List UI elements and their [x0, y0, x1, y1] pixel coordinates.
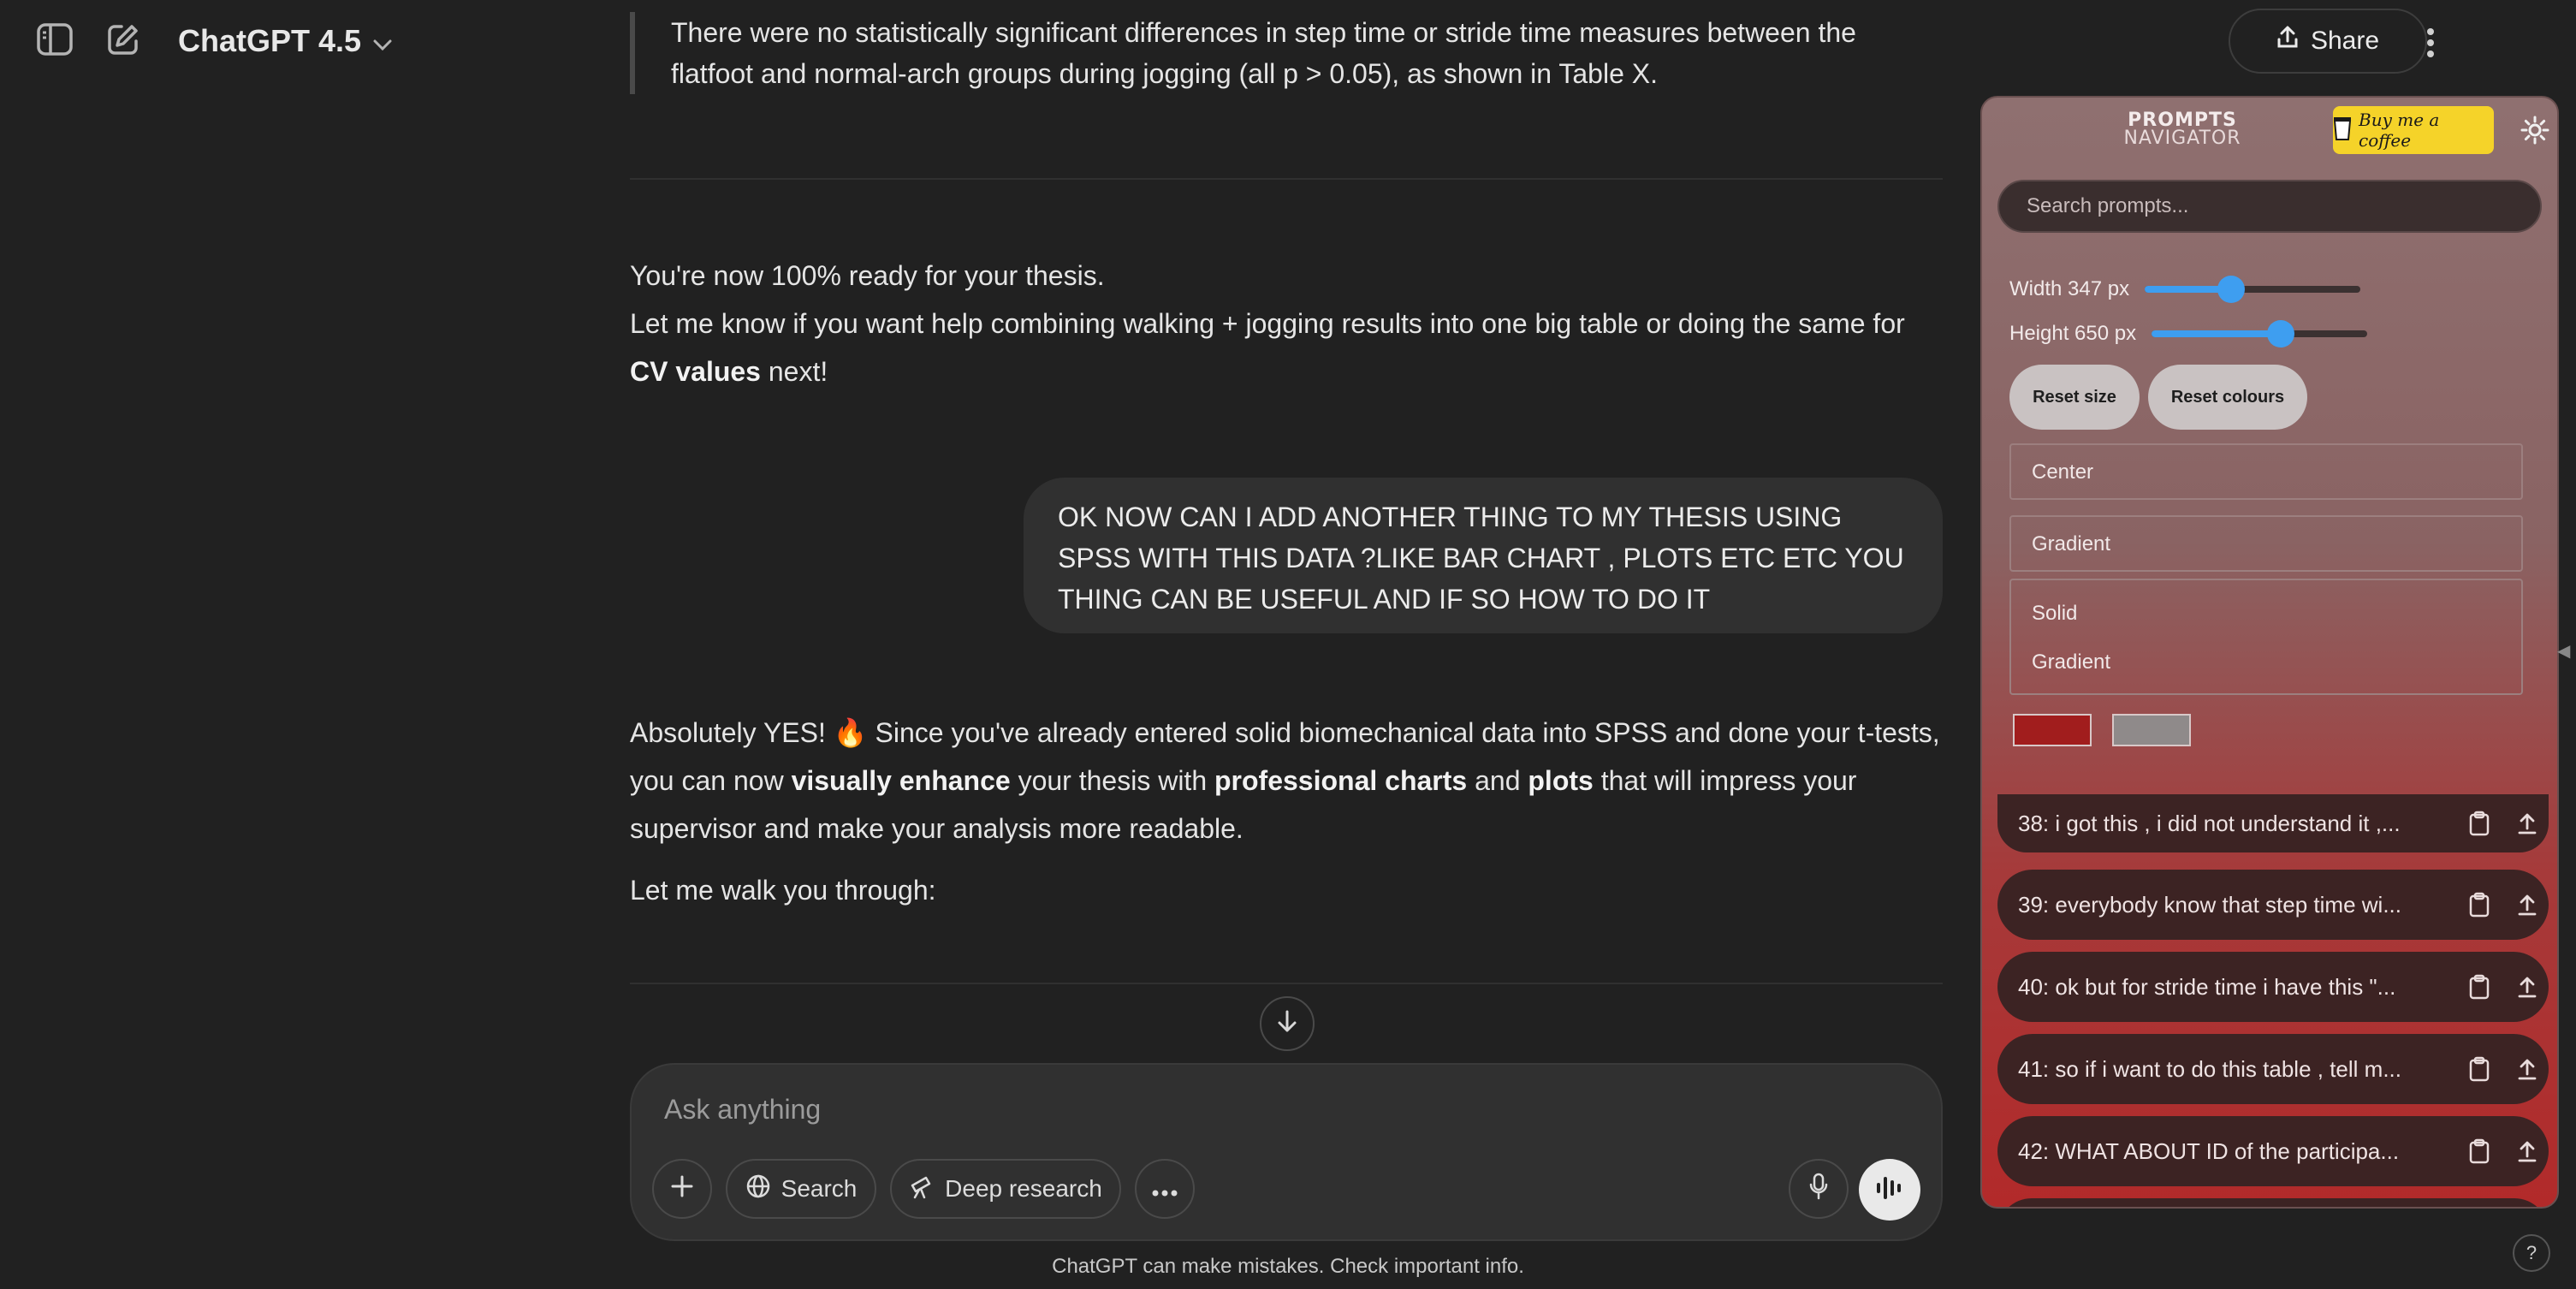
- assistant-answer: Absolutely YES! 🔥 Since you've already e…: [630, 709, 1943, 852]
- background-option-gradient[interactable]: Gradient: [2032, 645, 2501, 693]
- divider: [630, 983, 1943, 984]
- divider: [630, 178, 1943, 180]
- more-tools-button[interactable]: [1135, 1159, 1195, 1219]
- buy-coffee-button[interactable]: Buy me a coffee: [2333, 106, 2494, 154]
- prompt-list-item[interactable]: 41: so if i want to do this table , tell…: [1997, 1034, 2549, 1104]
- waveform-icon: [1875, 1174, 1904, 1206]
- answer-bold-2: professional charts: [1214, 765, 1468, 796]
- secondary-color-swatch[interactable]: [2112, 714, 2191, 746]
- plus-icon: [671, 1175, 693, 1203]
- assistant-message: You're now 100% ready for your thesis. L…: [630, 252, 1943, 395]
- background-options-list: Solid Gradient: [2009, 579, 2523, 695]
- prompt-item-label: 41: so if i want to do this table , tell…: [2018, 1055, 2401, 1082]
- walk-line: Let me walk you through:: [630, 875, 936, 906]
- help-line: Let me know if you want help combining w…: [630, 300, 1943, 395]
- globe-icon: [745, 1173, 771, 1205]
- chevron-down-icon: [373, 23, 392, 59]
- height-label: Height 650 px: [2009, 322, 2137, 345]
- deep-research-button[interactable]: Deep research: [890, 1159, 1121, 1219]
- width-slider[interactable]: [2145, 276, 2361, 303]
- clipboard-icon[interactable]: [2466, 972, 2492, 1001]
- prompts-search-input[interactable]: Search prompts...: [1997, 180, 2542, 233]
- clipboard-icon[interactable]: [2466, 809, 2492, 838]
- coffee-cup-icon: [2333, 116, 2352, 146]
- ready-line: You're now 100% ready for your thesis.: [630, 260, 1105, 291]
- jump-to-icon[interactable]: [2514, 1137, 2540, 1166]
- share-button[interactable]: Share: [2229, 9, 2427, 74]
- composer: Ask anything Search Deep research: [630, 1063, 1943, 1241]
- collapse-arrow-icon[interactable]: ◀: [2557, 640, 2576, 664]
- jump-to-icon[interactable]: [2514, 1054, 2540, 1084]
- prompt-item-label: 40: ok but for stride time i have this "…: [2018, 973, 2396, 1000]
- height-slider-fill: [2152, 330, 2282, 337]
- prompt-list-item[interactable]: 39: everybody know that step time wi...: [1997, 870, 2549, 940]
- jump-to-icon[interactable]: [2514, 972, 2540, 1001]
- more-vertical-icon[interactable]: [2405, 19, 2456, 67]
- clipboard-icon[interactable]: [2466, 890, 2492, 919]
- microphone-icon: [1809, 1173, 1828, 1206]
- answer-part-2: your thesis with: [1010, 765, 1214, 796]
- prompts-navigator-panel: PROMPTS NAVIGATOR Buy me a coffee Search…: [1980, 96, 2559, 1209]
- search-button[interactable]: Search: [726, 1159, 876, 1219]
- model-selector[interactable]: ChatGPT 4.5: [178, 17, 392, 65]
- prompt-list-item[interactable]: 42: WHAT ABOUT ID of the participa...: [1997, 1116, 2549, 1186]
- scroll-down-button[interactable]: [1260, 996, 1315, 1051]
- prompt-list-item[interactable]: 38: i got this , i did not understand it…: [1997, 794, 2549, 852]
- help-button[interactable]: ?: [2513, 1234, 2550, 1272]
- search-label: Search: [781, 1175, 858, 1202]
- disclaimer: ChatGPT can make mistakes. Check importa…: [1052, 1255, 1524, 1278]
- prompt-item-label: 39: everybody know that step time wi...: [2018, 891, 2401, 918]
- telescope-icon: [909, 1173, 935, 1205]
- style-select[interactable]: Gradient: [2009, 515, 2523, 572]
- microphone-button[interactable]: [1789, 1159, 1849, 1219]
- clipboard-icon[interactable]: [2466, 1137, 2492, 1166]
- width-label: Width 347 px: [2009, 277, 2130, 300]
- prompt-item-label: 38: i got this , i did not understand it…: [2018, 810, 2401, 836]
- upload-icon: [2276, 26, 2299, 56]
- reset-colours-button[interactable]: Reset colours: [2148, 365, 2307, 430]
- more-horizontal-icon: [1152, 1175, 1178, 1203]
- prompt-item-label: 42: WHAT ABOUT ID of the participa...: [2018, 1138, 2400, 1164]
- clipboard-icon[interactable]: [2466, 1054, 2492, 1084]
- chatgpt-window: ChatGPT 4.5 Share There were no statisti…: [0, 0, 2576, 1289]
- prompt-list-item[interactable]: 40: ok but for stride time i have this "…: [1997, 952, 2549, 1022]
- height-slider-knob[interactable]: [2267, 320, 2295, 347]
- model-name: ChatGPT 4.5: [178, 23, 362, 58]
- primary-color-swatch[interactable]: [2013, 714, 2092, 746]
- user-message-bubble: OK NOW CAN I ADD ANOTHER THING TO MY THE…: [1024, 478, 1943, 633]
- answer-bold-1: visually enhance: [791, 765, 1011, 796]
- arrow-down-icon: [1276, 1009, 1298, 1039]
- coffee-label: Buy me a coffee: [2359, 110, 2440, 151]
- blockquote: There were no statistically significant …: [630, 12, 1943, 94]
- background-option-solid[interactable]: Solid: [2032, 591, 2501, 645]
- jump-to-icon[interactable]: [2514, 809, 2540, 838]
- prompt-list-item-partial[interactable]: [1997, 1198, 2549, 1207]
- position-select[interactable]: Center: [2009, 443, 2523, 500]
- prompt-input[interactable]: Ask anything: [664, 1094, 821, 1126]
- reset-size-button[interactable]: Reset size: [2009, 365, 2140, 430]
- share-label: Share: [2310, 27, 2380, 55]
- deep-research-label: Deep research: [945, 1175, 1102, 1202]
- prompts-navigator-logo: PROMPTS NAVIGATOR: [2105, 110, 2259, 149]
- voice-mode-button[interactable]: [1859, 1159, 1920, 1221]
- attach-button[interactable]: [652, 1159, 712, 1219]
- help-line-end: next!: [760, 356, 828, 387]
- answer-part-3: and: [1467, 765, 1528, 796]
- gear-icon[interactable]: [2520, 115, 2550, 146]
- cv-values-bold: CV values: [630, 356, 761, 387]
- height-slider[interactable]: [2152, 320, 2368, 347]
- height-slider-row: Height 650 px: [2009, 317, 2368, 351]
- help-line-start: Let me know if you want help combining w…: [630, 308, 1905, 339]
- logo-line-2: NAVIGATOR: [2123, 128, 2241, 149]
- width-slider-row: Width 347 px: [2009, 272, 2361, 306]
- answer-bold-3: plots: [1528, 765, 1594, 796]
- jump-to-icon[interactable]: [2514, 890, 2540, 919]
- edit-icon[interactable]: [103, 19, 144, 60]
- width-slider-knob[interactable]: [2217, 276, 2245, 303]
- sidebar-toggle-icon[interactable]: [34, 19, 75, 60]
